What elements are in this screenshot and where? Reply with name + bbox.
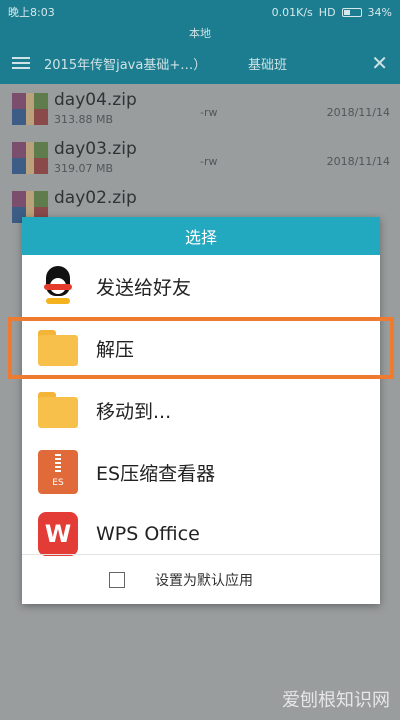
option-move-to[interactable]: 移动到... [22,379,380,441]
es-zip-icon: ES [38,450,78,494]
file-name: day04.zip [54,90,137,110]
path-tab[interactable]: 2015年传智java基础+…） [44,54,214,73]
option-label: 移动到... [96,400,172,423]
folder-tab[interactable]: 基础班 [248,54,287,73]
option-es-zip-viewer[interactable]: ES ES压缩查看器 [22,441,380,503]
wps-icon: W [38,512,78,556]
option-label: WPS Office [96,523,200,545]
file-date: 2018/11/14 [326,106,390,119]
option-label: ES压缩查看器 [96,462,216,485]
set-default-checkbox[interactable] [109,571,125,588]
file-list: day04.zip 313.88 MB -rw 2018/11/14 day03… [0,84,400,231]
file-size: 313.88 MB [54,113,114,126]
option-label: 发送给好友 [96,276,192,299]
close-icon[interactable]: ✕ [371,51,388,75]
option-label: 解压 [96,338,135,361]
battery-icon [341,7,362,17]
menu-icon[interactable] [12,54,30,72]
status-speed: 0.01K/s [271,5,313,19]
folder-icon [38,392,78,428]
file-permission: -rw [200,106,218,119]
folder-icon [38,330,78,366]
file-date: 2018/11/14 [326,155,390,168]
file-row[interactable]: day04.zip 313.88 MB -rw 2018/11/14 [0,84,400,133]
status-time: 晚上8:03 [8,6,55,19]
set-default-row[interactable]: 设置为默认应用 [22,554,380,604]
zip-file-icon [12,141,48,174]
status-bar: 晚上8:03 0.01K/s HD 34% [0,0,400,24]
location-bar: 本地 [0,24,400,42]
file-name: day03.zip [54,139,137,159]
dialog-title: 选择 [22,217,380,255]
set-default-label: 设置为默认应用 [155,572,253,589]
status-network: HD [318,5,336,19]
file-permission: -rw [200,155,218,168]
file-row[interactable]: day03.zip 319.07 MB -rw 2018/11/14 [0,133,400,182]
watermark: 爱刨根知识网 [282,690,390,711]
qq-icon [38,264,78,308]
location-label: 本地 [189,27,211,40]
status-battery: 34% [367,5,392,19]
zip-file-icon [12,92,48,125]
file-name: day02.zip [54,188,137,208]
option-extract[interactable]: 解压 [8,317,394,379]
file-size: 319.07 MB [54,162,114,175]
file-toolbar: 2015年传智java基础+…） 基础班 ✕ [0,42,400,84]
open-with-dialog: 选择 发送给好友 解压 移动到... ES ES压缩查看器 W WPS Offi… [8,217,394,604]
option-send-to-friend[interactable]: 发送给好友 [22,255,380,317]
